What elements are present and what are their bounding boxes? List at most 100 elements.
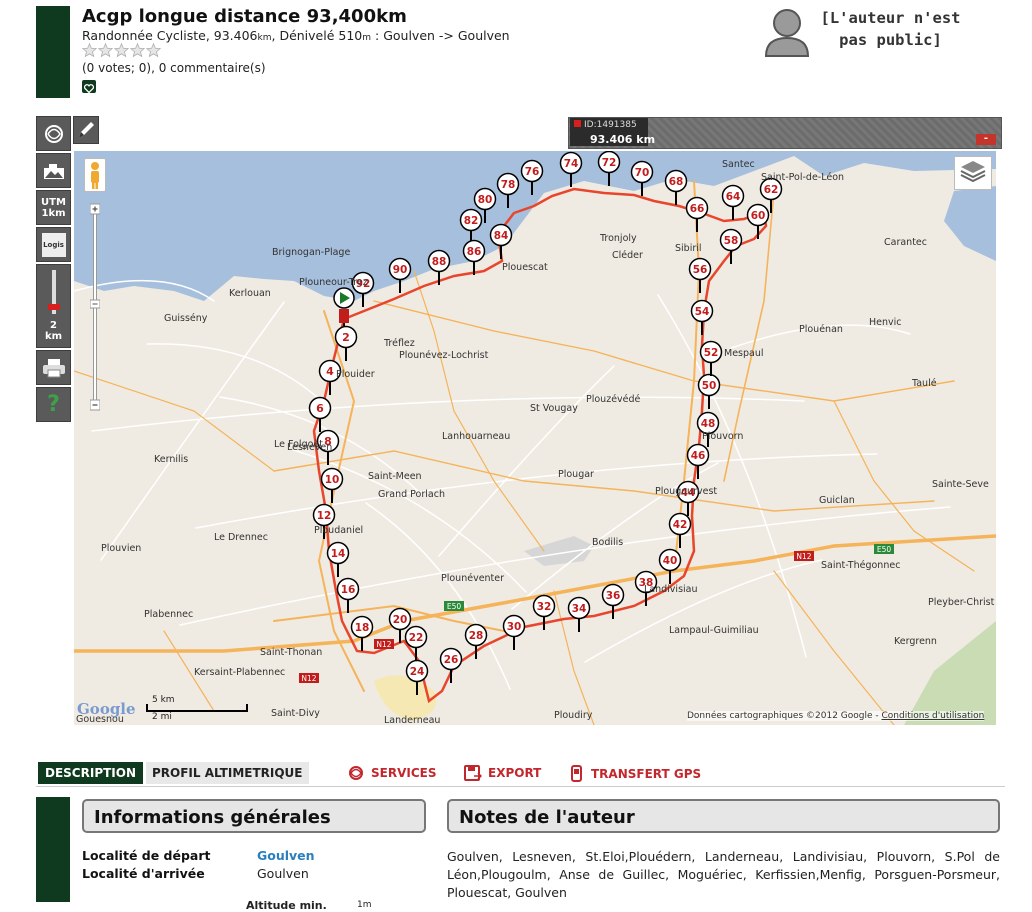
utm-value: 1km [41, 207, 66, 219]
arrivee-value: Goulven [257, 866, 309, 881]
road [773, 570, 895, 725]
map-place-label: Ploudaniel [314, 525, 364, 536]
km-marker-label: 84 [494, 230, 509, 242]
print-button[interactable] [36, 350, 71, 385]
map-place-label: Plouescat [502, 262, 548, 273]
map-zoom-control[interactable] [89, 200, 101, 414]
logis-icon: Logis [41, 232, 66, 257]
km-marker[interactable]: 16 [336, 577, 360, 614]
map-attribution: Données cartographiques ©2012 Google - C… [687, 711, 985, 721]
rating-star[interactable] [98, 43, 113, 58]
page-title: Acgp longue distance 93,400km [82, 6, 407, 27]
notes-heading: Notes de l'auteur [447, 799, 1000, 833]
road-shield-label: N12 [796, 552, 811, 561]
km-marker[interactable]: 28 [464, 623, 488, 660]
map-place-label: Plouzévédé [586, 394, 641, 405]
rating-star[interactable] [130, 43, 145, 58]
km-marker[interactable]: 54 [690, 299, 714, 336]
km-marker[interactable]: 46 [686, 443, 710, 480]
km-marker-label: 30 [507, 621, 522, 633]
km-marker[interactable]: 68 [664, 169, 688, 206]
map-place-label: Plougourvest [655, 486, 718, 497]
km-marker-label: 24 [410, 666, 425, 678]
info-heading: Informations générales [82, 799, 426, 833]
road-shield-label: E50 [447, 602, 462, 611]
km-marker[interactable]: 90 [388, 257, 412, 294]
route-start-marker[interactable] [333, 287, 355, 326]
transfert-gps-action[interactable]: TRANSFERT GPS [569, 765, 701, 782]
km-marker[interactable]: 26 [439, 647, 463, 684]
tab-description[interactable]: DESCRIPTION [38, 762, 144, 784]
map-place-label: Plounéventer [441, 573, 505, 584]
depart-value[interactable]: Goulven [257, 848, 315, 863]
export-action[interactable]: EXPORT [464, 765, 541, 781]
km-marker[interactable]: 6 [308, 396, 332, 433]
km-marker[interactable]: 60 [746, 203, 770, 240]
tab-divider [36, 786, 1005, 787]
map-place-label: Henvic [869, 317, 902, 328]
services-action[interactable]: SERVICES [347, 765, 436, 781]
km-marker[interactable]: 22 [404, 625, 428, 662]
km-marker-label: 20 [393, 614, 408, 626]
km-marker-label: 62 [764, 184, 779, 196]
tab-profil-altimetrique[interactable]: PROFIL ALTIMETRIQUE [146, 762, 309, 784]
services-label: SERVICES [371, 766, 437, 780]
road-shield: N12 [374, 639, 394, 649]
zoom-scale-slider[interactable]: 2 km [36, 264, 71, 348]
map-toolbar: UTM 1km Logis 2 km ? [36, 116, 71, 424]
km-marker[interactable]: 86 [462, 239, 486, 276]
map-place-label: Saint-Meen [368, 471, 422, 482]
scale-bar [146, 704, 248, 712]
km-marker[interactable]: 14 [326, 541, 350, 578]
logis-button[interactable]: Logis [36, 227, 71, 262]
map-place-label: Saint-Divy [271, 708, 320, 719]
km-marker[interactable]: 30 [502, 614, 526, 651]
map-place-label: Sainte-Seve [932, 479, 989, 490]
km-marker[interactable]: 70 [630, 160, 654, 197]
utm-grid-button[interactable]: UTM 1km [36, 190, 71, 225]
km-marker[interactable]: 34 [567, 596, 591, 633]
map-place-label: Ploudiry [554, 710, 593, 721]
rating-star[interactable] [114, 43, 129, 58]
subtitle-elevation: , Dénivelé 510 [271, 28, 363, 43]
km-marker[interactable]: 42 [668, 512, 692, 549]
road-shield-label: E50 [877, 545, 892, 554]
map-layers-button[interactable] [954, 156, 992, 190]
draw-tool-button[interactable] [73, 116, 99, 144]
rating-star[interactable] [146, 43, 161, 58]
map-place-label: Saint-Pol-de-Léon [761, 172, 845, 183]
km-marker[interactable]: 58 [719, 228, 743, 265]
map-canvas[interactable]: 2 4 6 8 10 12 14 16 18 20 22 24 26 28 30 32 34 36 38 40 42 44… [74, 151, 996, 725]
route-color-swatch [574, 120, 581, 127]
km-marker-label: 72 [602, 157, 617, 169]
rating-stars[interactable] [82, 43, 161, 58]
zoom-scale-handle[interactable] [47, 304, 60, 310]
street-view-pegman[interactable] [84, 158, 106, 192]
gps-device-icon [571, 765, 582, 782]
km-marker[interactable]: 66 [685, 196, 709, 233]
km-marker-label: 12 [317, 510, 332, 522]
route-remove-button[interactable]: - [976, 134, 996, 145]
favorite-heart-icon[interactable] [82, 80, 96, 94]
votes-text: (0 votes; 0), 0 commentaire(s) [82, 61, 266, 75]
km-marker[interactable]: 84 [489, 223, 513, 260]
map-place-label: Kernilis [154, 454, 189, 465]
routing-tool-button[interactable] [36, 116, 71, 151]
terms-link[interactable]: Conditions d'utilisation [882, 711, 985, 721]
routing-icon [44, 124, 63, 143]
map-place-label: Tréflez [384, 338, 415, 349]
km-marker[interactable]: 64 [721, 184, 745, 221]
map-place-label: Saint-Thonan [260, 647, 323, 658]
km-marker[interactable]: 40 [658, 548, 682, 585]
minor-road [146, 343, 319, 399]
camera-tool-button[interactable] [36, 153, 71, 188]
attribution-text: Données cartographiques ©2012 Google - [687, 711, 882, 721]
km-marker-label: 82 [464, 215, 479, 227]
map-place-label: Kerlouan [229, 288, 271, 299]
help-button[interactable]: ? [36, 387, 71, 422]
km-marker-label: 28 [469, 630, 484, 642]
road-shield: E50 [874, 544, 894, 554]
km-marker-label: 74 [564, 158, 579, 170]
map-place-label: Plouénan [799, 324, 843, 335]
rating-star[interactable] [82, 43, 97, 58]
